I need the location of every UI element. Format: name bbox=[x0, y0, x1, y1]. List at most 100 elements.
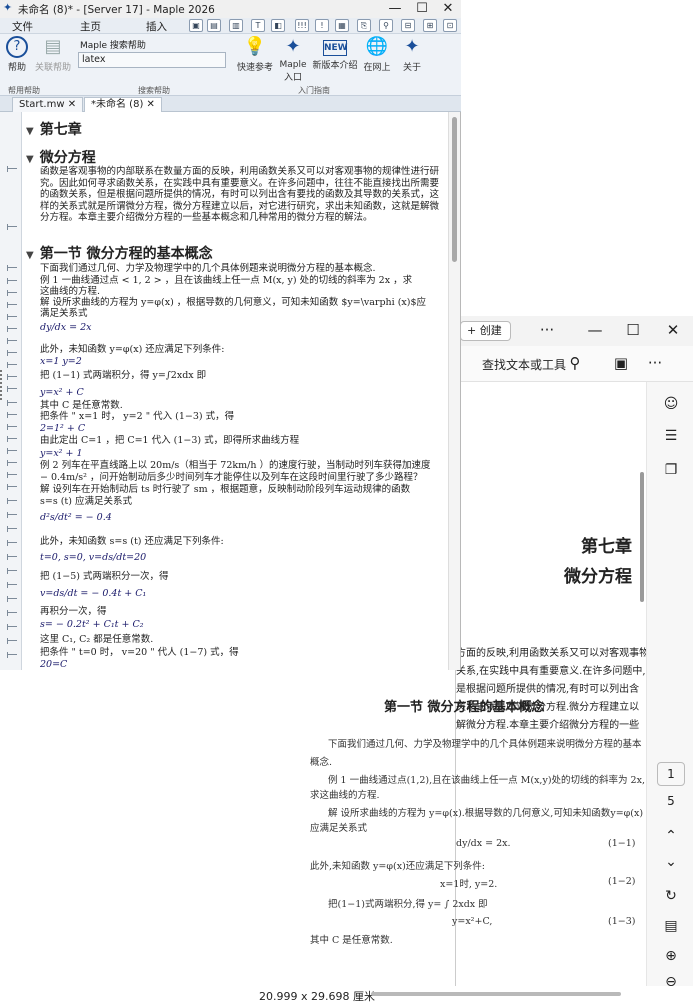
toolbar-icon[interactable]: ▦ bbox=[335, 19, 349, 32]
toolbar-icon[interactable]: ! bbox=[315, 19, 329, 32]
related-help-label: 关联帮助 bbox=[34, 63, 71, 73]
pdf-text-line: 例 1 一曲线通过点(1,2),且在该曲线上任一点 M(x,y)处的切线的斜率为… bbox=[328, 775, 645, 786]
new-badge-icon: NEW bbox=[323, 40, 348, 56]
globe-icon: 🌐 bbox=[365, 36, 389, 57]
pdf-text-line: 此外,未知函数 y=φ(x)还应满足下列条件: bbox=[310, 861, 485, 872]
close-icon[interactable]: ✕ bbox=[436, 0, 460, 17]
search-help-input[interactable]: latex bbox=[78, 52, 226, 68]
pdf-chapter-heading: 第七章 微分方程 bbox=[564, 532, 632, 592]
document-tabs: Start.mw ✕ *未命名 (8) ✕ bbox=[0, 96, 461, 112]
pdf-title-bar: + 创建 ··· — ☐ ✕ bbox=[456, 316, 693, 346]
quick-reference-label: 快速参考 bbox=[236, 63, 273, 73]
pdf-text-line: 其中 C 是任意常数. bbox=[310, 935, 393, 946]
chapter-title: 第七章 bbox=[39, 122, 82, 138]
toolbar-icon[interactable]: ⊞ bbox=[423, 19, 437, 32]
save-icon[interactable]: ▣ bbox=[612, 354, 630, 372]
group-label: 入门指南 bbox=[298, 86, 330, 95]
minimize-icon[interactable]: — bbox=[584, 319, 606, 341]
online-button[interactable]: 🌐 在网上 bbox=[362, 36, 392, 73]
subsection-heading[interactable]: ▼ 第一节 微分方程的基本概念 bbox=[26, 246, 213, 264]
pdf-fragment-line: 方面的反映,利用函数关系又可以对客观事物 bbox=[456, 648, 646, 659]
text-line: s=s (t) 应满足关系式 bbox=[40, 496, 132, 507]
online-label: 在网上 bbox=[363, 63, 391, 73]
quick-reference-button[interactable]: 💡 快速参考 bbox=[236, 36, 274, 73]
about-button[interactable]: ✦ 关于 bbox=[398, 36, 426, 73]
toolbar-icon[interactable]: T bbox=[251, 19, 265, 32]
text-line: 把条件 " t=0 时， v=20 " 代人 (1−7) 式，得 bbox=[40, 647, 239, 658]
math-line: v=ds/dt = − 0.4t + C₁ bbox=[40, 588, 147, 599]
pdf-equation: y=x²+C, bbox=[452, 916, 493, 927]
chapter-heading[interactable]: ▼ 第七章 bbox=[26, 122, 82, 140]
tab-untitled[interactable]: *未命名 (8) ✕ bbox=[84, 97, 162, 112]
close-icon[interactable]: ✕ bbox=[68, 99, 76, 110]
search-icon[interactable]: ⚲ bbox=[379, 19, 393, 32]
text-line: − 0.4m/s² ，问开始制动后多少时间列车才能停住以及列车在这段时间里行驶了… bbox=[40, 472, 423, 483]
worksheet-document[interactable]: ▼ 第七章 ▼ 微分方程 函数是客观事物的内部联系在数量方面的反映，利用函数关系又可… bbox=[22, 112, 448, 670]
bookmark-icon[interactable]: ☰ bbox=[660, 428, 682, 444]
menu-insert[interactable]: 插入 bbox=[146, 19, 167, 34]
ribbon: ? 帮助 ▤ 关联帮助 Maple 搜索帮助 💡 快速参考 ✦ Maple 入口… bbox=[0, 34, 461, 96]
copy-icon[interactable]: ❐ bbox=[660, 462, 682, 478]
pdf-text-line: 求这曲线的方程. bbox=[310, 790, 380, 801]
toolbar-icon[interactable]: ⊡ bbox=[443, 19, 457, 32]
menu-file[interactable]: 文件 bbox=[12, 19, 33, 34]
whats-new-button[interactable]: NEW 新版本介绍 bbox=[312, 36, 358, 71]
collapse-triangle-icon[interactable]: ▼ bbox=[26, 154, 34, 165]
horizontal-scrollbar[interactable] bbox=[371, 992, 621, 996]
toolbar-icon[interactable]: ⎘ bbox=[357, 19, 371, 32]
pdf-status-bar: 20.999 x 29.698 厘米 bbox=[256, 986, 693, 1002]
pdf-equation-number: (1−2) bbox=[608, 876, 636, 887]
create-label: 创建 bbox=[479, 324, 502, 337]
related-help-icon: ▤ bbox=[44, 36, 62, 57]
collapse-triangle-icon[interactable]: ▼ bbox=[26, 126, 34, 137]
menu-home[interactable]: 主页 bbox=[80, 19, 101, 34]
group-label: 搜索帮助 bbox=[138, 86, 170, 95]
text-line: 这里 C₁, C₂ 都是任意常数. bbox=[40, 634, 154, 645]
text-line: 满足关系式 bbox=[40, 308, 88, 319]
comment-icon[interactable]: ☺ bbox=[660, 396, 682, 412]
collapse-triangle-icon[interactable]: ▼ bbox=[26, 250, 34, 261]
more-options-icon[interactable]: ··· bbox=[646, 354, 664, 372]
text-line: 把 (1−5) 式两端积分一次，得 bbox=[40, 571, 169, 582]
text-line: 例 2 列车在平直线路上以 20m/s（相当于 72km/h ）的速度行驶，当制… bbox=[40, 460, 431, 471]
toolbar-icon[interactable]: ⊟ bbox=[401, 19, 415, 32]
intro-paragraph: 函数是客观事物的内部联系在数量方面的反映，利用函数关系又可以对客观事物的规律性进… bbox=[40, 166, 440, 224]
resize-grip[interactable] bbox=[0, 370, 4, 400]
pdf-chapter-subtitle: 微分方程 bbox=[564, 567, 632, 587]
help-label: 帮助 bbox=[7, 63, 26, 73]
pdf-text-line: 解 设所求曲线的方程为 y=φ(x).根据导数的几何意义,可知未知函数y=φ(x… bbox=[328, 808, 644, 819]
text-line: 此外，未知函数 s=s (t) 还应满足下列条件: bbox=[40, 536, 224, 547]
create-button[interactable]: + 创建 bbox=[460, 321, 511, 341]
maple-portal-button[interactable]: ✦ Maple 入口 bbox=[278, 36, 308, 83]
close-icon[interactable]: ✕ bbox=[147, 99, 155, 110]
maple-portal-label: Maple 入口 bbox=[279, 60, 307, 83]
close-icon[interactable]: ✕ bbox=[662, 319, 684, 341]
math-line: 20=C bbox=[40, 659, 68, 670]
scroll-thumb[interactable] bbox=[452, 117, 457, 262]
maple-leaf-icon: ✦ bbox=[3, 1, 13, 14]
tab-start[interactable]: Start.mw ✕ bbox=[12, 97, 84, 112]
help-button[interactable]: ? 帮助 bbox=[4, 36, 30, 73]
related-help-button[interactable]: ▤ 关联帮助 bbox=[34, 36, 72, 73]
search-icon[interactable]: ⚲ bbox=[566, 354, 584, 372]
toolbar-icon[interactable]: ▤ bbox=[207, 19, 221, 32]
tab-label: Start.mw bbox=[19, 99, 65, 110]
vertical-scrollbar[interactable] bbox=[448, 112, 460, 670]
toolbar-icon[interactable]: ▣ bbox=[189, 19, 203, 32]
toolbar-icon[interactable]: !!! bbox=[295, 19, 309, 32]
minimize-icon[interactable]: — bbox=[383, 0, 407, 17]
more-icon[interactable]: ··· bbox=[536, 319, 558, 341]
toolbar-icon[interactable]: ▥ bbox=[229, 19, 243, 32]
menu-bar: 文件 主页 插入 ▣ ▤ ▥ T ◧ !!! ! ▦ ⎘ ⚲ ⊟ ⊞ ⊡ bbox=[0, 18, 461, 34]
find-text-or-tools[interactable]: 查找文本或工具 bbox=[482, 356, 566, 373]
text-line: 其中 C 是任意常数. bbox=[40, 400, 123, 411]
pdf-text-line: 应满足关系式 bbox=[310, 823, 368, 834]
pdf-scrollbar[interactable] bbox=[640, 472, 644, 602]
toolbar-icon[interactable]: ◧ bbox=[271, 19, 285, 32]
maximize-icon[interactable]: ☐ bbox=[622, 319, 644, 341]
text-line: 把 (1−1) 式两端积分，得 y=∫2xdx 即 bbox=[40, 370, 207, 381]
maximize-icon[interactable]: ☐ bbox=[410, 0, 434, 17]
math-line: 2=1² + C bbox=[40, 423, 86, 434]
whats-new-label: 新版本介绍 bbox=[312, 61, 358, 71]
window-title: 未命名 (8)* - [Server 17] - Maple 2026 bbox=[18, 4, 215, 16]
